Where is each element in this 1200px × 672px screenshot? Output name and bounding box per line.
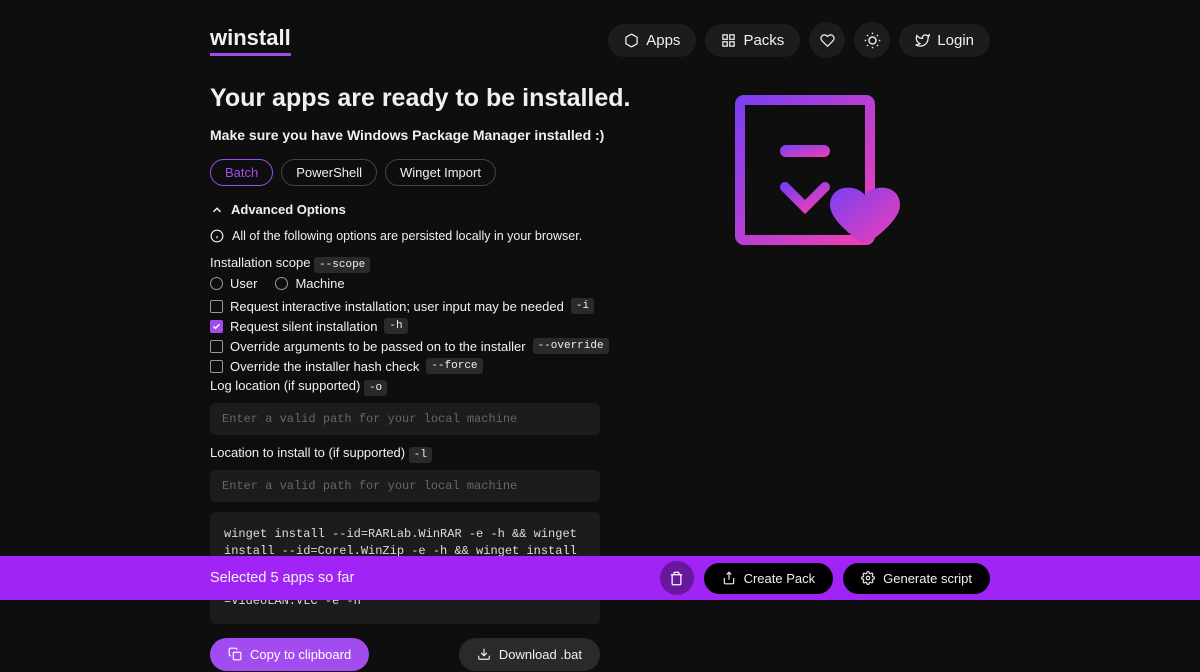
tab-batch[interactable]: Batch <box>210 159 273 186</box>
scope-machine-radio[interactable]: Machine <box>275 276 344 291</box>
download-icon <box>477 647 491 661</box>
gear-icon <box>861 571 875 585</box>
flag-override: --override <box>533 338 609 354</box>
nav-apps[interactable]: Apps <box>608 24 696 57</box>
scope-flag: --scope <box>314 257 370 273</box>
persist-info-text: All of the following options are persist… <box>232 229 582 243</box>
generate-script-button[interactable]: Generate script <box>843 563 990 594</box>
log-label: Log location (if supported) <box>210 378 360 393</box>
flag-o: -o <box>364 380 387 396</box>
sun-icon <box>864 32 881 49</box>
grid-icon <box>721 33 736 48</box>
tab-winget-import[interactable]: Winget Import <box>385 159 496 186</box>
install-loc-label: Location to install to (if supported) <box>210 445 405 460</box>
override-label: Override arguments to be passed on to th… <box>230 339 526 354</box>
install-loc-label-row: Location to install to (if supported) -l <box>210 445 990 461</box>
nav-login[interactable]: Login <box>899 24 990 57</box>
info-icon <box>210 229 224 243</box>
generate-script-label: Generate script <box>883 571 972 586</box>
brand-logo[interactable]: winstall <box>210 25 291 56</box>
theme-toggle[interactable] <box>854 22 890 58</box>
trash-icon <box>669 571 684 586</box>
radio-icon <box>210 277 223 290</box>
download-button-label: Download .bat <box>499 647 582 662</box>
flag-force: --force <box>426 358 482 374</box>
selection-count: Selected 5 apps so far <box>210 570 354 586</box>
copy-button-label: Copy to clipboard <box>250 647 351 662</box>
share-icon <box>722 571 736 585</box>
log-label-row: Log location (if supported) -o <box>210 378 990 394</box>
main-nav: Apps Packs Login <box>608 22 990 58</box>
scope-user-radio[interactable]: User <box>210 276 257 291</box>
scope-label: Installation scope <box>210 255 310 270</box>
silent-label: Request silent installation <box>230 319 377 334</box>
force-label: Override the installer hash check <box>230 359 419 374</box>
selection-bar: Selected 5 apps so far Create Pack Gener… <box>0 556 1200 600</box>
scope-user-label: User <box>230 276 257 291</box>
install-path-input[interactable] <box>210 470 600 502</box>
copy-icon <box>228 647 242 661</box>
radio-icon <box>275 277 288 290</box>
nav-packs[interactable]: Packs <box>705 24 800 57</box>
box-heart-illustration <box>720 75 920 275</box>
interactive-label: Request interactive installation; user i… <box>230 299 564 314</box>
silent-checkbox[interactable] <box>210 320 223 333</box>
heart-icon <box>820 33 835 48</box>
flag-h: -h <box>384 318 407 334</box>
create-pack-label: Create Pack <box>744 571 816 586</box>
nav-packs-label: Packs <box>743 32 784 49</box>
scope-machine-label: Machine <box>295 276 344 291</box>
chevron-up-icon <box>210 203 224 217</box>
log-path-input[interactable] <box>210 403 600 435</box>
download-button[interactable]: Download .bat <box>459 638 600 671</box>
create-pack-button[interactable]: Create Pack <box>704 563 834 594</box>
flag-i: -i <box>571 298 594 314</box>
interactive-checkbox[interactable] <box>210 300 223 313</box>
package-icon <box>624 33 639 48</box>
twitter-icon <box>915 33 930 48</box>
override-checkbox[interactable] <box>210 340 223 353</box>
copy-button[interactable]: Copy to clipboard <box>210 638 369 671</box>
nav-favorites[interactable] <box>809 22 845 58</box>
tab-powershell[interactable]: PowerShell <box>281 159 377 186</box>
check-icon <box>212 322 221 331</box>
clear-selection-button[interactable] <box>660 561 694 595</box>
nav-login-label: Login <box>937 32 974 49</box>
flag-l: -l <box>409 447 432 463</box>
force-checkbox[interactable] <box>210 360 223 373</box>
advanced-options-label: Advanced Options <box>231 202 346 217</box>
nav-apps-label: Apps <box>646 32 680 49</box>
